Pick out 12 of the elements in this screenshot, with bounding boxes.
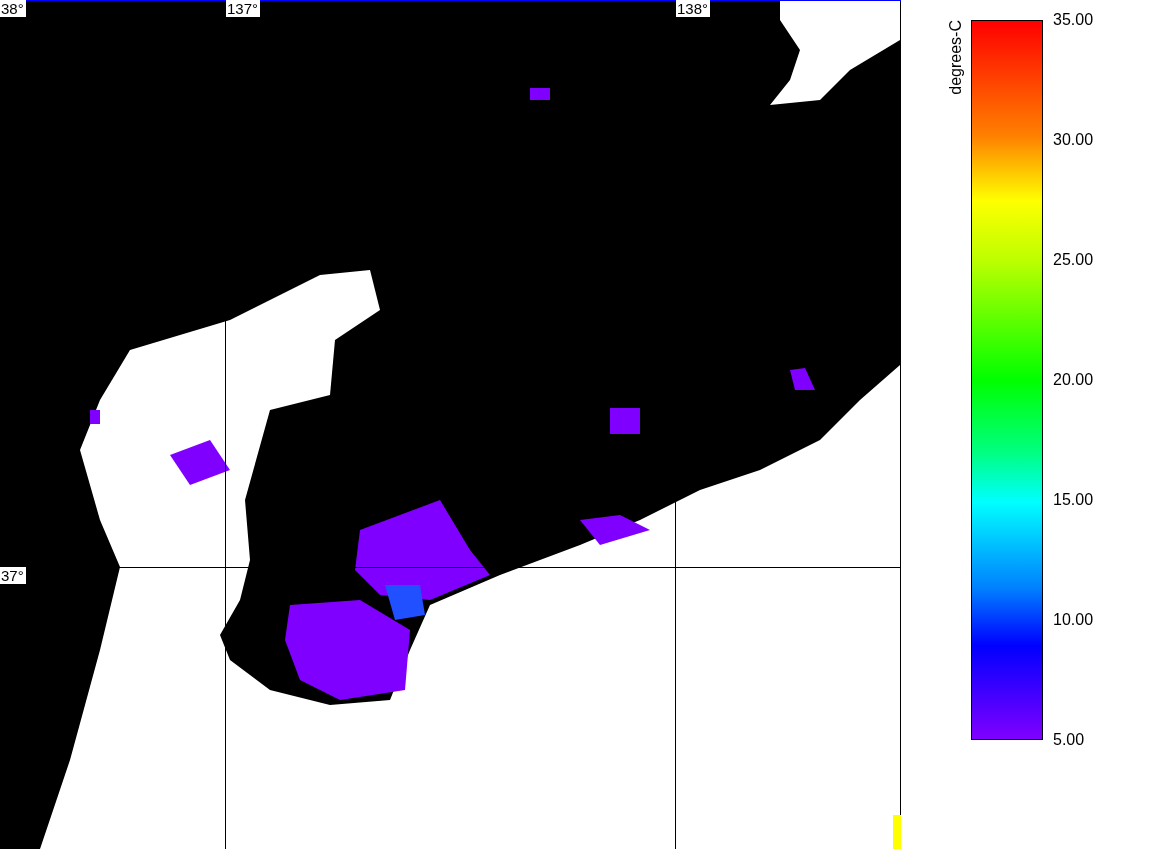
longitude-label: 137° [226, 0, 261, 17]
colorbar-tick-label: 20.00 [1053, 372, 1094, 388]
colorbar-tick-label: 30.00 [1053, 132, 1094, 148]
colorbar-tick-label: 10.00 [1053, 612, 1094, 628]
colorbar-tick-label: 15.00 [1053, 492, 1094, 508]
colorbar-tick-label: 25.00 [1053, 252, 1094, 268]
colorbar-tick-label: 35.00 [1053, 12, 1094, 28]
colorbar-title: degrees-C [947, 20, 965, 95]
longitude-label: 138° [676, 0, 711, 17]
latitude-label: 38° [0, 0, 26, 17]
latitude-label: 37° [0, 567, 26, 584]
colorbar-tick-label: 5.00 [1053, 732, 1086, 748]
